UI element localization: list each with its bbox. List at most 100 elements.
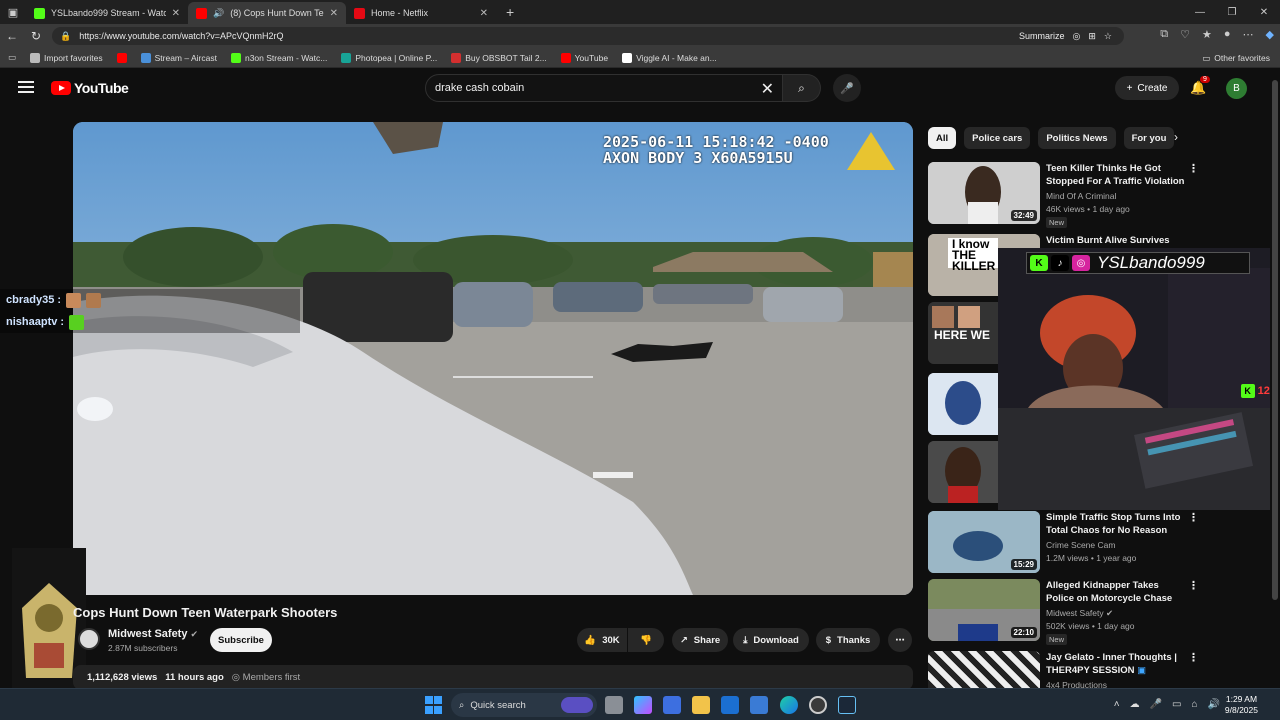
subscribe-button[interactable]: Subscribe bbox=[210, 628, 272, 652]
bookmark-youtube[interactable]: YouTube bbox=[560, 52, 608, 63]
close-window-icon[interactable]: ✕ bbox=[1248, 0, 1280, 24]
tab-title: Home - Netflix bbox=[371, 8, 429, 18]
recommendation-item[interactable]: 22:10 Alleged Kidnapper Takes Police on … bbox=[928, 579, 1268, 645]
photos-icon[interactable] bbox=[750, 696, 768, 714]
account-avatar[interactable]: B bbox=[1226, 78, 1247, 99]
like-button[interactable]: 👍 30K bbox=[577, 628, 627, 652]
bookmark-import-favorites[interactable]: Import favorites bbox=[30, 52, 103, 63]
more-actions-button[interactable]: ⋯ bbox=[888, 628, 912, 652]
bookmark-obsbot[interactable]: Buy OBSBOT Tail 2... bbox=[451, 52, 547, 63]
tab-netflix[interactable]: Home - Netflix ✕ bbox=[346, 2, 496, 24]
file-explorer-icon[interactable] bbox=[692, 696, 710, 714]
apps-icon[interactable]: ⊞ bbox=[1088, 31, 1096, 42]
chip-police-cars[interactable]: Police cars bbox=[964, 127, 1031, 149]
tab-actions-icon[interactable]: ▣ bbox=[0, 0, 26, 24]
network-icon[interactable]: ⌂ bbox=[1192, 699, 1198, 710]
restore-icon[interactable]: ❐ bbox=[1216, 0, 1248, 24]
settings-more-icon[interactable]: ⋯ bbox=[1243, 28, 1254, 41]
menu-icon[interactable] bbox=[18, 81, 34, 93]
thanks-button[interactable]: $ Thanks bbox=[816, 628, 880, 652]
youtube-logo[interactable]: YouTube bbox=[51, 80, 129, 96]
favorites-icon[interactable]: ★ bbox=[1202, 28, 1212, 41]
dislike-button[interactable]: 👎 bbox=[628, 628, 664, 652]
chip-for-you[interactable]: For you bbox=[1123, 127, 1175, 149]
search-button[interactable]: ⌕ bbox=[783, 74, 821, 102]
cloud-icon[interactable]: ☁ bbox=[1130, 699, 1140, 710]
page-scrollbar[interactable] bbox=[1270, 70, 1280, 688]
channel-name[interactable]: Midwest Safety ✔ bbox=[108, 628, 198, 640]
scrollbar-thumb[interactable] bbox=[1272, 80, 1278, 600]
edge-icon[interactable] bbox=[780, 696, 798, 714]
channel-avatar[interactable] bbox=[78, 628, 100, 650]
chip-politics-news[interactable]: Politics News bbox=[1038, 127, 1116, 149]
volume-icon[interactable]: 🔊 bbox=[1208, 699, 1220, 710]
create-button[interactable]: + Create bbox=[1115, 76, 1179, 100]
lock-icon[interactable]: 🔒 bbox=[60, 31, 71, 42]
recommendation-item[interactable]: 15:29 Simple Traffic Stop Turns Into Tot… bbox=[928, 511, 1268, 575]
close-tab-icon[interactable]: ✕ bbox=[480, 8, 488, 19]
task-view-icon[interactable] bbox=[605, 696, 623, 714]
windows-taskbar: ⌕ Quick search ˄ ☁ 🎤 ▭ ⌂ 🔊 1:29 AM 9/8/2… bbox=[0, 688, 1280, 720]
more-vertical-icon[interactable]: ⋮ bbox=[1188, 511, 1199, 524]
close-tab-icon[interactable]: ✕ bbox=[172, 8, 180, 19]
video-thumbnail[interactable]: 32:49 bbox=[928, 162, 1040, 224]
profile-icon[interactable]: ● bbox=[1224, 28, 1231, 41]
video-thumbnail[interactable]: 22:10 bbox=[928, 579, 1040, 641]
summarize-button[interactable]: Summarize bbox=[1019, 31, 1065, 42]
copilot-sidebar-icon[interactable]: ◆ bbox=[1266, 28, 1274, 41]
more-vertical-icon[interactable]: ⋮ bbox=[1188, 651, 1199, 664]
video-player[interactable]: 2025-06-11 15:18:42 -0400 AXON BODY 3 X6… bbox=[73, 122, 913, 595]
recommendation-item[interactable]: 32:49 Teen Killer Thinks He Got Stopped … bbox=[928, 162, 1268, 228]
bookmark-viggle[interactable]: Viggle AI - Make an... bbox=[622, 52, 717, 63]
tab-youtube-video[interactable]: 🔊 (8) Cops Hunt Down Teen W ✕ bbox=[188, 2, 346, 24]
minimize-icon[interactable]: — bbox=[1184, 0, 1216, 24]
search-input[interactable]: drake cash cobain ✕ bbox=[425, 74, 783, 102]
bookmark-photopea[interactable]: Photopea | Online P... bbox=[341, 52, 437, 63]
copilot-icon[interactable]: ◎ bbox=[1073, 31, 1081, 42]
extensions-icon[interactable]: ⧉ bbox=[1160, 28, 1168, 41]
display-icon[interactable]: ▭ bbox=[1172, 699, 1181, 710]
voice-search-button[interactable]: 🎤 bbox=[833, 74, 861, 102]
url-bar[interactable]: 🔒 https://www.youtube.com/watch?v=APcVQn… bbox=[52, 27, 1124, 45]
bookmark-n3on[interactable]: n3on Stream - Watc... bbox=[230, 52, 327, 63]
speaker-icon[interactable]: 🔊 bbox=[213, 8, 224, 19]
video-thumbnail[interactable]: 15:29 bbox=[928, 511, 1040, 573]
more-vertical-icon[interactable]: ⋮ bbox=[1188, 162, 1199, 175]
youtube-icon bbox=[196, 7, 207, 19]
browser-essentials-icon[interactable]: ♡ bbox=[1180, 28, 1190, 41]
new-tab-button[interactable]: + bbox=[506, 4, 514, 20]
bookmark-youtube-icon-only[interactable] bbox=[116, 52, 127, 63]
taskbar-search[interactable]: ⌕ Quick search bbox=[451, 693, 597, 717]
outlook-icon[interactable] bbox=[721, 696, 739, 714]
back-icon[interactable]: ← bbox=[0, 29, 24, 43]
favorite-star-icon[interactable]: ☆ bbox=[1104, 31, 1112, 42]
bookmark-other-favorites[interactable]: ▭ Other favorites bbox=[1202, 53, 1270, 64]
copilot-app-icon[interactable] bbox=[634, 696, 652, 714]
chip-all[interactable]: All bbox=[928, 127, 957, 149]
microphone-icon[interactable]: 🎤 bbox=[1150, 699, 1162, 710]
verified-icon: ✔ bbox=[190, 629, 199, 639]
chevron-up-icon[interactable]: ˄ bbox=[1114, 699, 1120, 710]
chevron-right-icon[interactable]: › bbox=[1174, 130, 1178, 144]
taskbar-clock[interactable]: 1:29 AM 9/8/2025 bbox=[1225, 694, 1258, 716]
close-tab-icon[interactable]: ✕ bbox=[330, 8, 338, 19]
refresh-icon[interactable]: ↻ bbox=[24, 29, 48, 43]
download-button[interactable]: ⤓ Download bbox=[733, 628, 809, 652]
w-emote-icon bbox=[69, 314, 85, 330]
chat-message: cbrady35 : bbox=[0, 289, 300, 311]
bookmark-panel-icon[interactable]: ▭ bbox=[8, 52, 16, 63]
share-button[interactable]: ↗ Share bbox=[672, 628, 728, 652]
duration-badge: 15:29 bbox=[1010, 559, 1037, 570]
tab-yslbando-stream[interactable]: YSLbando999 Stream - Watch Liv ✕ bbox=[26, 2, 188, 24]
store-icon[interactable] bbox=[663, 696, 681, 714]
video-description[interactable]: 1,112,628 views 11 hours ago ◎ Members f… bbox=[73, 665, 913, 690]
windows-start-icon[interactable] bbox=[425, 696, 443, 714]
clear-search-icon[interactable]: ✕ bbox=[761, 79, 774, 99]
steam-icon[interactable] bbox=[838, 696, 856, 714]
kick-icon bbox=[230, 52, 241, 63]
url-text: https://www.youtube.com/watch?v=APcVQnmH… bbox=[79, 31, 284, 41]
bookmark-aircast[interactable]: Stream – Aircast bbox=[140, 52, 217, 63]
obs-icon[interactable] bbox=[809, 696, 827, 714]
more-vertical-icon[interactable]: ⋮ bbox=[1188, 579, 1199, 592]
duration-badge: 32:49 bbox=[1010, 210, 1037, 221]
